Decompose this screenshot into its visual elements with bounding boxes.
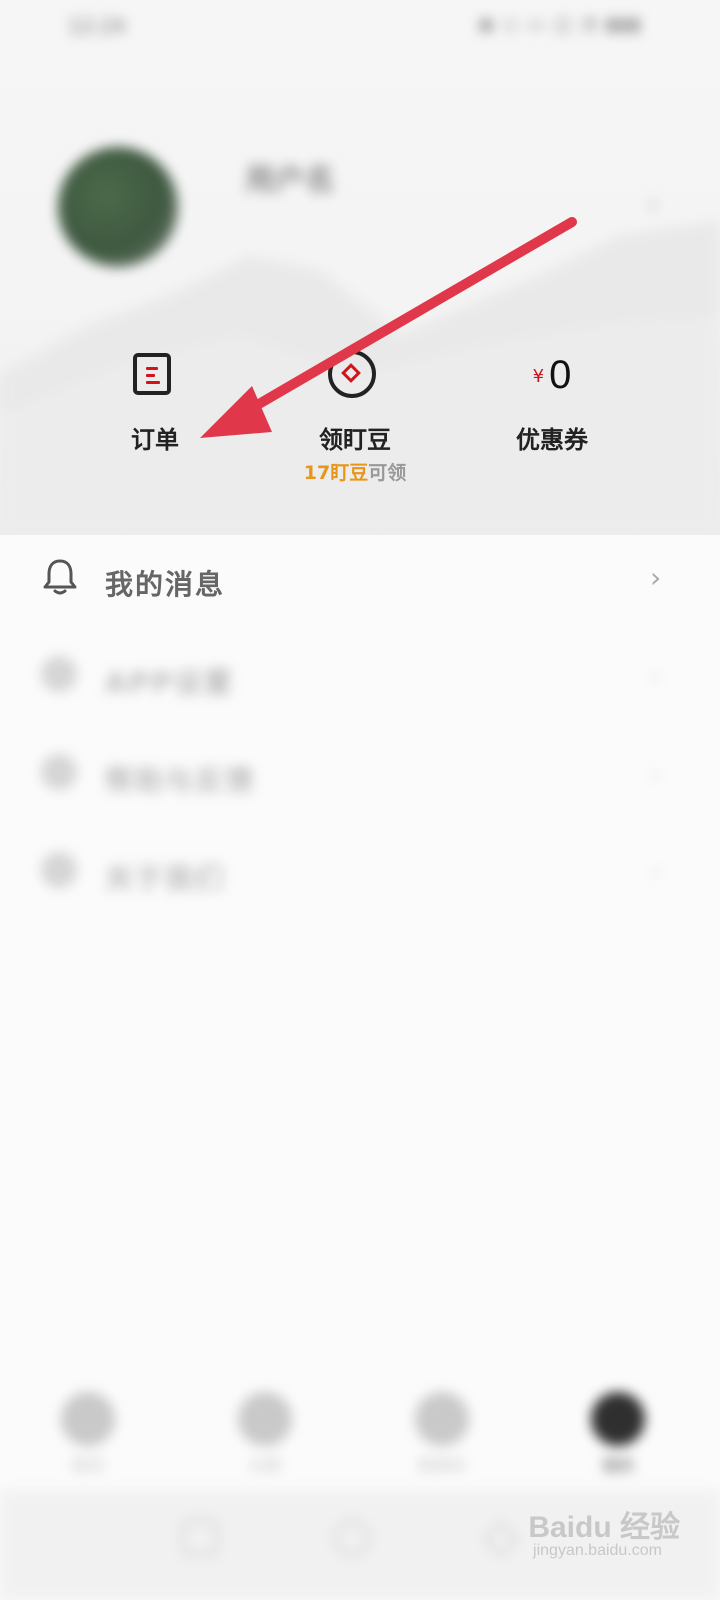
bottom-nav: 首页 分类 购物车 我的	[0, 1380, 720, 1490]
tab-label: 我的	[601, 1456, 634, 1475]
tab-label: 首页	[71, 1456, 104, 1475]
order-list-icon	[133, 353, 171, 395]
bell-icon	[43, 559, 77, 595]
tab-label: 分类	[248, 1456, 281, 1475]
avatar[interactable]	[58, 147, 178, 267]
category-icon	[238, 1392, 292, 1446]
menu-item-help[interactable]: 帮助与反馈 ›	[0, 731, 720, 821]
username[interactable]: 用户名	[245, 155, 335, 199]
tab-category[interactable]: 分类	[205, 1380, 325, 1480]
recent-apps-icon[interactable]	[182, 1520, 218, 1556]
menu-item-label: 帮助与反馈	[105, 764, 256, 797]
info-icon	[41, 852, 77, 888]
settings-icon	[41, 656, 77, 692]
profile-icon	[591, 1392, 645, 1446]
cart-icon	[415, 1392, 469, 1446]
coupon-count: 0	[549, 353, 572, 397]
tab-label: 购物车	[417, 1456, 466, 1475]
chevron-right-icon: ›	[650, 659, 662, 692]
chevron-right-icon: ›	[650, 757, 662, 790]
profile-header: 12:24 ◉ ◇ ▭ ◫ ◔ ▮▮▮ 用户名 › 订单 领盯豆 17盯豆可领 …	[0, 0, 720, 535]
chevron-right-icon: ›	[650, 561, 662, 594]
beans-count: 17盯豆	[303, 462, 369, 484]
baidu-watermark-url: jingyan.baidu.com	[533, 1542, 662, 1559]
menu-item-label: APP设置	[105, 666, 234, 699]
menu-item-messages[interactable]: 我的消息 ›	[0, 535, 720, 625]
beans-available: 17盯豆可领	[265, 458, 445, 485]
tab-home[interactable]: 首页	[28, 1380, 148, 1480]
status-time: 12:24	[68, 14, 126, 38]
status-icons: ◉ ◇ ▭ ◫ ◔ ▮▮▮	[478, 14, 642, 35]
help-icon	[41, 754, 77, 790]
home-button-icon[interactable]	[334, 1520, 370, 1556]
chevron-right-icon[interactable]: ›	[648, 190, 658, 220]
menu-item-about[interactable]: 关于我们 ›	[0, 829, 720, 919]
home-icon	[61, 1392, 115, 1446]
status-bar: 12:24 ◉ ◇ ▭ ◫ ◔ ▮▮▮	[0, 0, 720, 50]
beans-suffix: 可领	[368, 462, 407, 484]
coupon-value: ¥ 0	[462, 353, 642, 398]
menu-item-label: 关于我们	[105, 862, 226, 895]
menu-item-label: 我的消息	[105, 568, 226, 601]
tab-mine[interactable]: 我的	[558, 1380, 678, 1480]
back-icon[interactable]	[482, 1520, 520, 1558]
coupons-label: 优惠券	[516, 426, 588, 454]
orders-label: 订单	[131, 426, 179, 454]
menu-item-settings[interactable]: APP设置 ›	[0, 633, 720, 723]
currency-symbol: ¥	[532, 366, 545, 387]
beans-label: 领盯豆	[319, 426, 391, 454]
coin-icon	[328, 350, 376, 398]
baidu-watermark: Baidu 经验	[528, 1511, 680, 1544]
chevron-right-icon: ›	[650, 855, 662, 888]
tab-cart[interactable]: 购物车	[382, 1380, 502, 1480]
